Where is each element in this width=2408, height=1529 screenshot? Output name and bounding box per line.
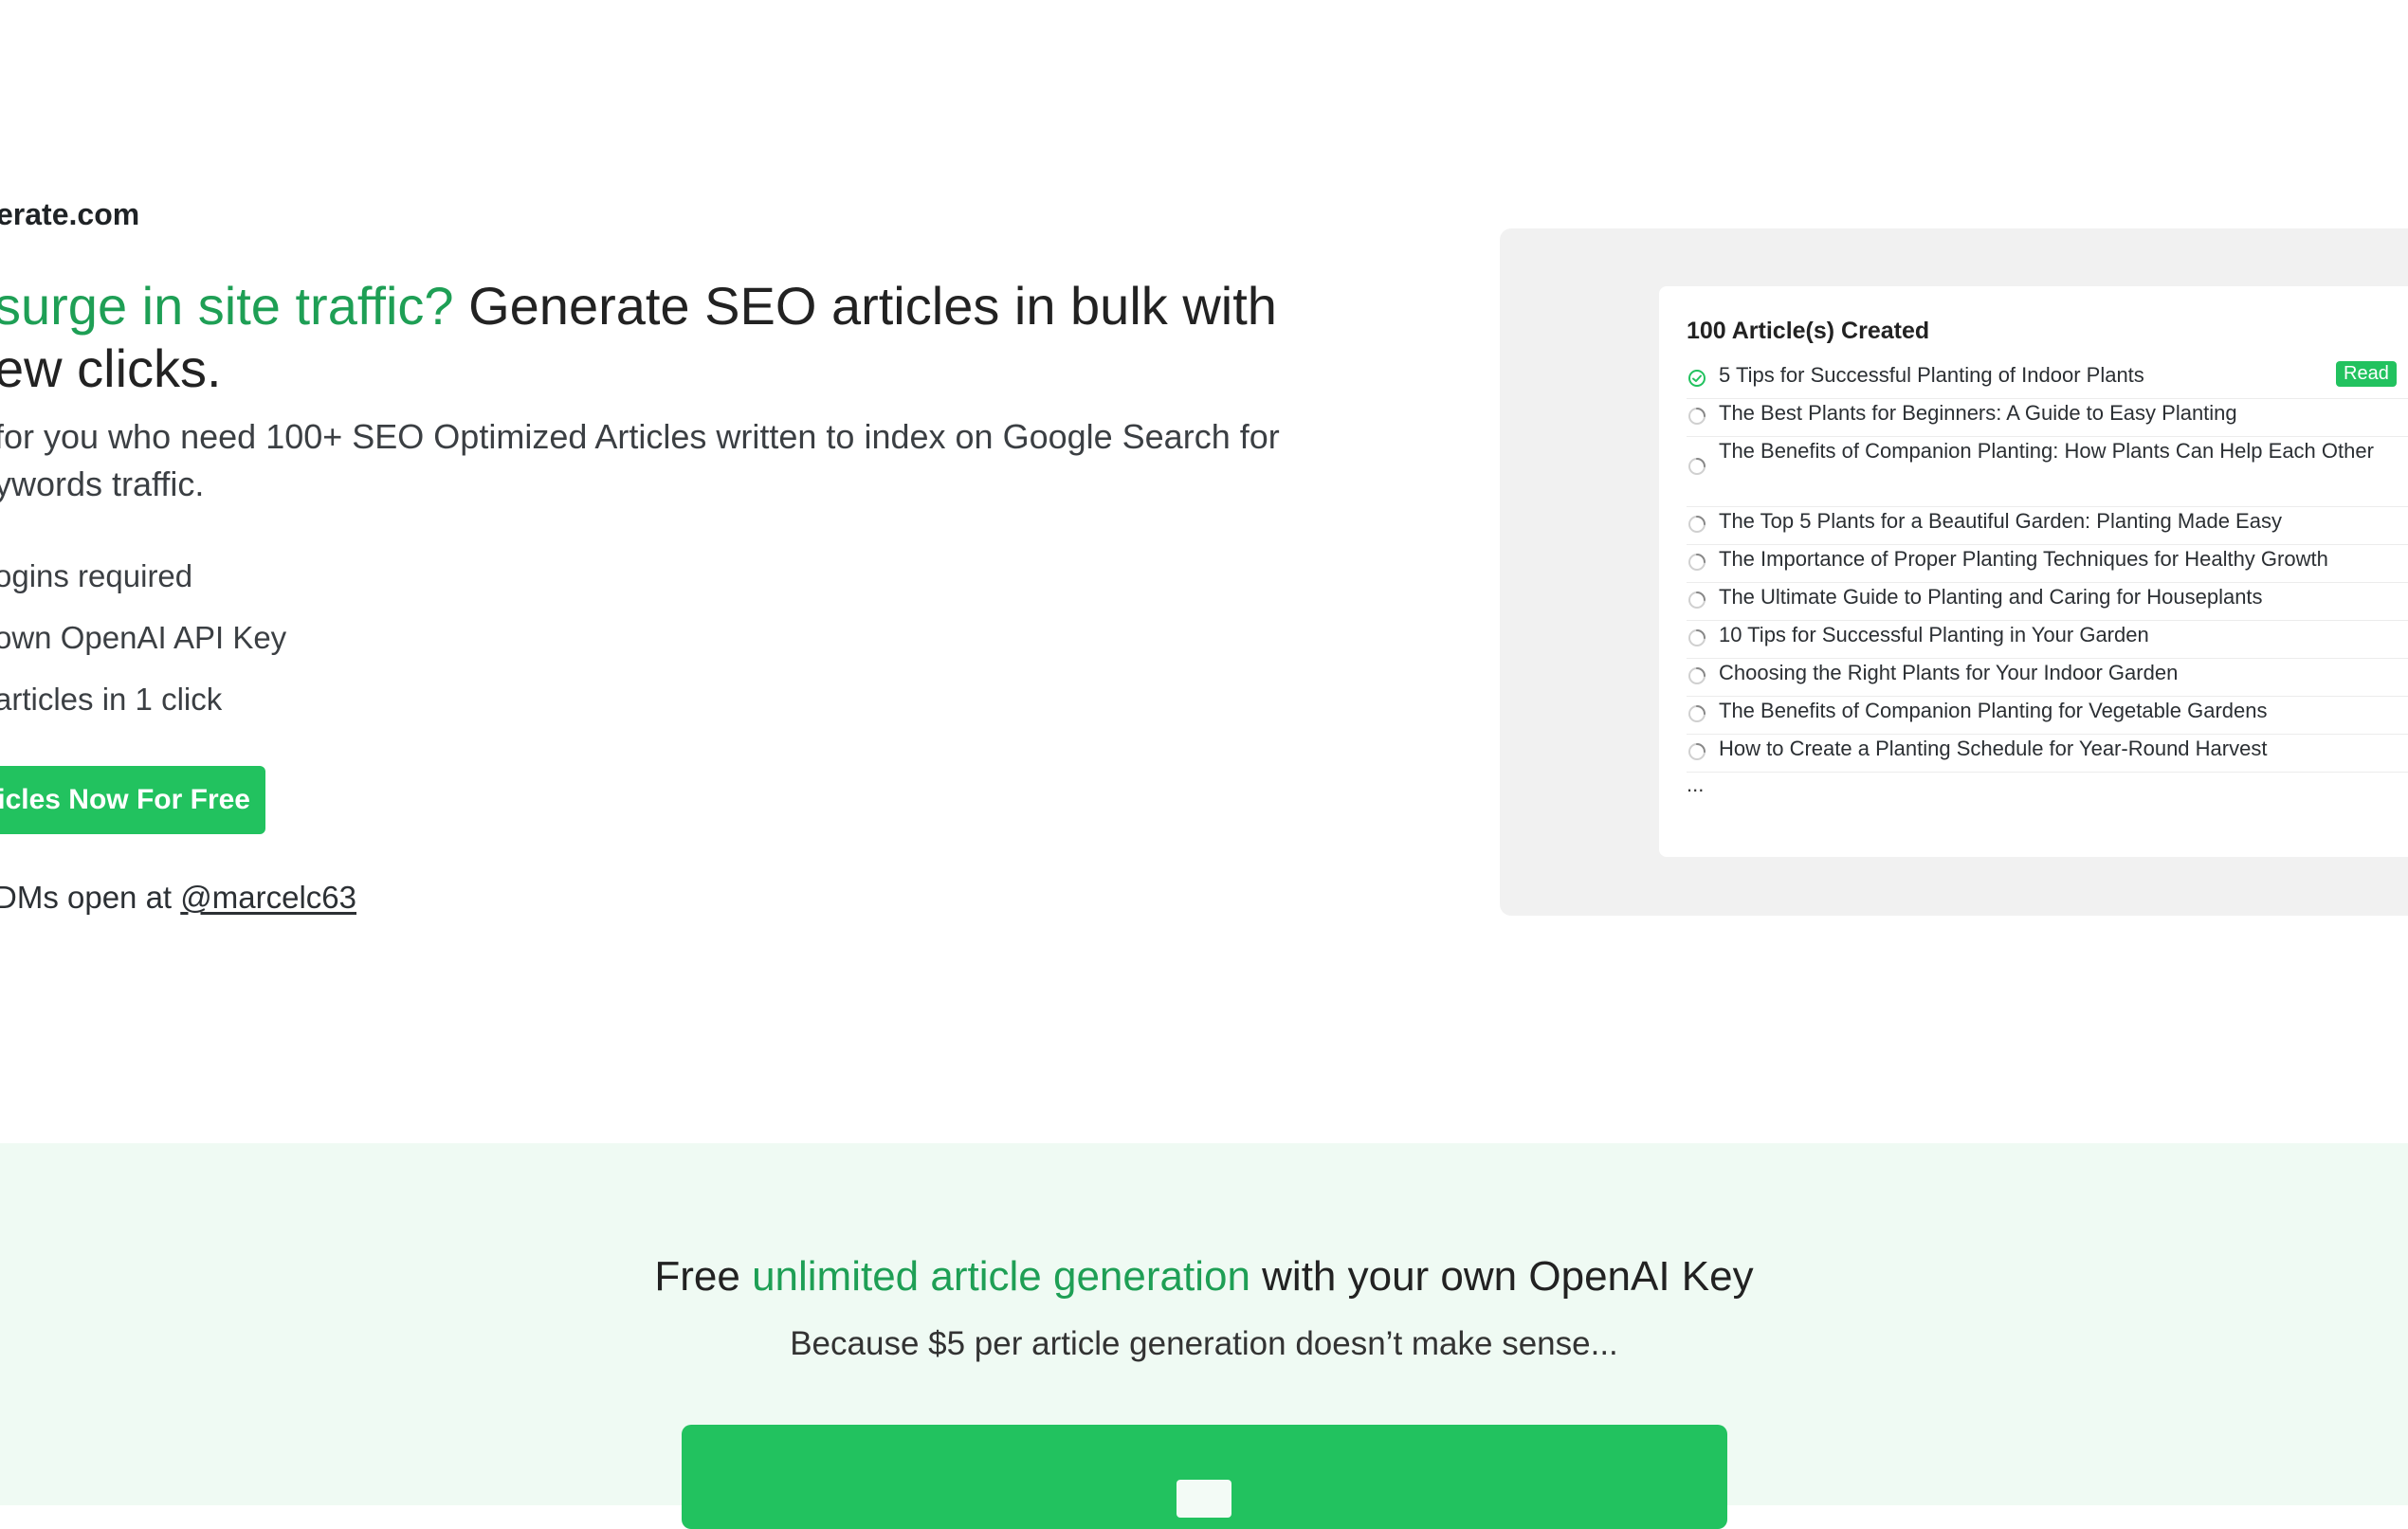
cta-label: ticles Now For Free <box>0 784 250 815</box>
brand-name[interactable]: erate.com <box>0 197 139 232</box>
pricing-title-highlight: unlimited article generation <box>752 1253 1250 1300</box>
feature-item: articles in 1 click <box>0 682 223 717</box>
spinner-icon <box>1687 628 1707 648</box>
hero-headline: surge in site traffic? Generate SEO arti… <box>0 275 1350 400</box>
article-title: The Top 5 Plants for a Beautiful Garden:… <box>1719 509 2282 533</box>
article-row[interactable]: Choosing the Right Plants for Your Indoo… <box>1687 659 2408 697</box>
more-ellipsis: ... <box>1687 773 1705 796</box>
article-row[interactable]: 5 Tips for Successful Planting of Indoor… <box>1687 361 2408 399</box>
dms-prefix: DMs open at <box>0 880 181 915</box>
article-row[interactable]: The Benefits of Companion Planting for V… <box>1687 697 2408 735</box>
generate-articles-button[interactable]: ticles Now For Free <box>0 766 265 834</box>
article-title: Choosing the Right Plants for Your Indoo… <box>1719 661 2179 684</box>
article-title: The Benefits of Companion Planting: How … <box>1719 439 2374 463</box>
articles-created-title: 100 Article(s) Created <box>1687 318 1930 344</box>
pricing-title-prefix: Free <box>654 1253 753 1300</box>
headline-rest: Generate SEO articles in bulk with <box>453 276 1277 336</box>
spinner-icon <box>1687 552 1707 573</box>
article-title: 10 Tips for Successful Planting in Your … <box>1719 623 2149 646</box>
check-circle-icon <box>1687 368 1707 389</box>
pricing-subtitle: Because $5 per article generation doesn’… <box>790 1325 1618 1362</box>
twitter-handle-link[interactable]: @marcelc63 <box>180 880 356 915</box>
subtext-line2: ywords traffic. <box>0 464 205 503</box>
article-row[interactable]: The Top 5 Plants for a Beautiful Garden:… <box>1687 507 2408 545</box>
article-title: The Importance of Proper Planting Techni… <box>1719 547 2328 571</box>
article-row[interactable]: The Benefits of Companion Planting: How … <box>1687 437 2408 507</box>
article-title: 5 Tips for Successful Planting of Indoor… <box>1719 363 2144 387</box>
article-title: The Ultimate Guide to Planting and Carin… <box>1719 585 2263 609</box>
article-row[interactable]: The Importance of Proper Planting Techni… <box>1687 545 2408 583</box>
article-title: How to Create a Planting Schedule for Ye… <box>1719 737 2268 760</box>
dms-note: DMs open at @marcelc63 <box>0 880 356 916</box>
spinner-icon <box>1687 665 1707 686</box>
feature-item: own OpenAI API Key <box>0 620 287 655</box>
spinner-icon <box>1687 590 1707 610</box>
pricing-title: Free unlimited article generation with y… <box>0 1253 2408 1301</box>
spinner-icon <box>1687 514 1707 535</box>
article-row[interactable]: 10 Tips for Successful Planting in Your … <box>1687 621 2408 659</box>
spinner-icon <box>1687 703 1707 724</box>
pricing-title-suffix: with your own OpenAI Key <box>1250 1253 1754 1300</box>
spinner-icon <box>1687 456 1707 477</box>
article-title: The Best Plants for Beginners: A Guide t… <box>1719 401 2237 425</box>
spinner-icon <box>1687 741 1707 762</box>
article-title: The Benefits of Companion Planting for V… <box>1719 699 2268 722</box>
headline-highlight: surge in site traffic? <box>0 276 454 336</box>
spinner-icon <box>1687 406 1707 427</box>
headline-line2: ew clicks. <box>0 338 222 398</box>
button-icon <box>1177 1480 1231 1518</box>
hero-subtext: for you who need 100+ SEO Optimized Arti… <box>0 413 1359 508</box>
feature-item: ogins required <box>0 558 193 593</box>
article-row[interactable]: The Ultimate Guide to Planting and Carin… <box>1687 583 2408 621</box>
article-row[interactable]: How to Create a Planting Schedule for Ye… <box>1687 735 2408 773</box>
subtext-line1: for you who need 100+ SEO Optimized Arti… <box>0 417 1280 456</box>
article-row[interactable]: The Best Plants for Beginners: A Guide t… <box>1687 399 2408 437</box>
